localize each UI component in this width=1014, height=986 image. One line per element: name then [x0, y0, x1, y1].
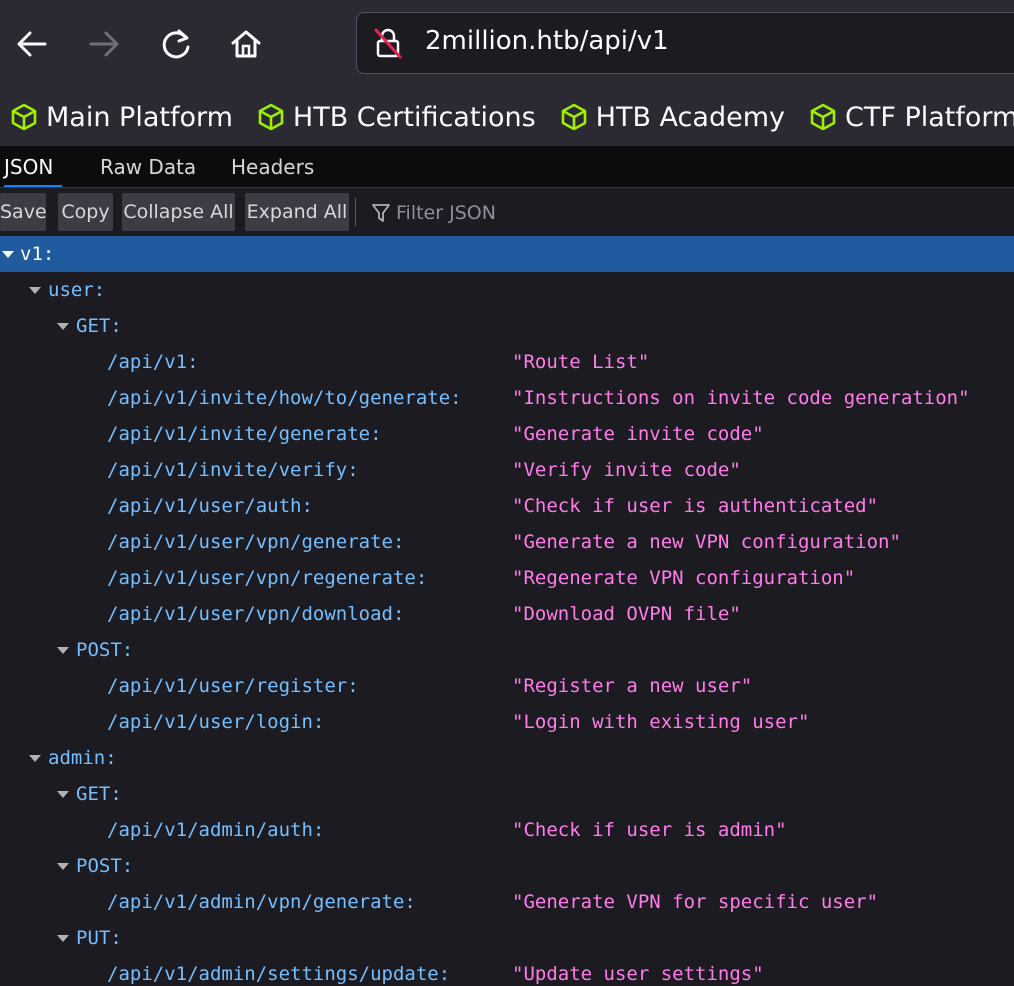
reload-button[interactable] [154, 22, 198, 66]
tree-row-entry[interactable]: /api/v1/admin/auth: "Check if user is ad… [0, 812, 1014, 848]
save-button[interactable]: Save [0, 193, 47, 231]
bookmark-htb-certifications[interactable]: HTB Certifications [247, 88, 536, 146]
copy-button[interactable]: Copy [58, 193, 113, 231]
back-arrow-icon [17, 31, 47, 57]
url-text[interactable]: 2million.htb/api/v1 [425, 26, 669, 56]
tree-row-entry[interactable]: /api/v1: "Route List" [0, 344, 1014, 380]
home-icon [231, 30, 261, 58]
bookmarks-bar: Main Platform HTB Certifications HTB Aca… [0, 88, 1014, 147]
tree-row-admin-post[interactable]: POST: [0, 848, 1014, 884]
tree-row-entry[interactable]: /api/v1/user/vpn/generate: "Generate a n… [0, 524, 1014, 560]
tree-row-entry[interactable]: /api/v1/user/login: "Login with existing… [0, 704, 1014, 740]
tree-row-entry[interactable]: /api/v1/invite/generate: "Generate invit… [0, 416, 1014, 452]
tree-row-user-get[interactable]: GET: [0, 308, 1014, 344]
expand-toggle-icon[interactable] [57, 935, 69, 942]
insecure-lock-icon [374, 28, 402, 59]
forward-button[interactable] [82, 22, 126, 66]
tab-headers[interactable]: Headers [231, 147, 314, 187]
expand-toggle-icon[interactable] [57, 647, 69, 654]
tree-row-admin[interactable]: admin: [0, 740, 1014, 776]
collapse-all-button[interactable]: Collapse All [122, 193, 235, 231]
toolbar-divider [355, 198, 356, 226]
cube-icon [258, 103, 284, 131]
cube-icon [11, 103, 37, 131]
tree-row-entry[interactable]: /api/v1/admin/settings/update: "Update u… [0, 956, 1014, 986]
bookmark-htb-academy[interactable]: HTB Academy [550, 88, 785, 146]
expand-toggle-icon[interactable] [57, 863, 69, 870]
tree-row-entry[interactable]: /api/v1/user/auth: "Check if user is aut… [0, 488, 1014, 524]
bookmark-main-platform[interactable]: Main Platform [0, 88, 233, 146]
tree-row-user[interactable]: user: [0, 272, 1014, 308]
filter-json-input[interactable] [396, 196, 796, 230]
expand-all-button[interactable]: Expand All [245, 193, 349, 231]
json-tree: v1: user: GET: /api/v1: "Route List" /ap… [0, 236, 1014, 986]
tree-row-entry[interactable]: /api/v1/user/vpn/download: "Download OVP… [0, 596, 1014, 632]
forward-arrow-icon [89, 31, 119, 57]
viewer-tabs: JSON Raw Data Headers [0, 147, 1014, 188]
tree-row-user-post[interactable]: POST: [0, 632, 1014, 668]
expand-toggle-icon[interactable] [29, 287, 41, 294]
reload-icon [162, 29, 190, 59]
home-button[interactable] [224, 22, 268, 66]
tree-row-entry[interactable]: /api/v1/admin/vpn/generate: "Generate VP… [0, 884, 1014, 920]
cube-icon [561, 103, 586, 131]
cube-icon [810, 103, 836, 131]
tree-row-entry[interactable]: /api/v1/invite/how/to/generate: "Instruc… [0, 380, 1014, 416]
url-bar[interactable]: 2million.htb/api/v1 [356, 12, 1014, 74]
expand-toggle-icon[interactable] [57, 791, 69, 798]
tree-row-entry[interactable]: /api/v1/user/register: "Register a new u… [0, 668, 1014, 704]
tree-row-admin-get[interactable]: GET: [0, 776, 1014, 812]
bookmark-ctf-platform[interactable]: CTF Platform [799, 88, 1014, 146]
tree-row-entry[interactable]: /api/v1/invite/verify: "Verify invite co… [0, 452, 1014, 488]
tree-row-admin-put[interactable]: PUT: [0, 920, 1014, 956]
tree-row-v1[interactable]: v1: [0, 236, 1014, 272]
back-button[interactable] [10, 22, 54, 66]
filter-icon [372, 204, 390, 222]
tab-raw-data[interactable]: Raw Data [100, 147, 196, 187]
browser-navbar: 2million.htb/api/v1 [0, 0, 1014, 88]
tree-row-entry[interactable]: /api/v1/user/vpn/regenerate: "Regenerate… [0, 560, 1014, 596]
expand-toggle-icon[interactable] [29, 755, 41, 762]
expand-toggle-icon[interactable] [2, 251, 14, 258]
expand-toggle-icon[interactable] [57, 323, 69, 330]
tab-json[interactable]: JSON [4, 147, 62, 187]
